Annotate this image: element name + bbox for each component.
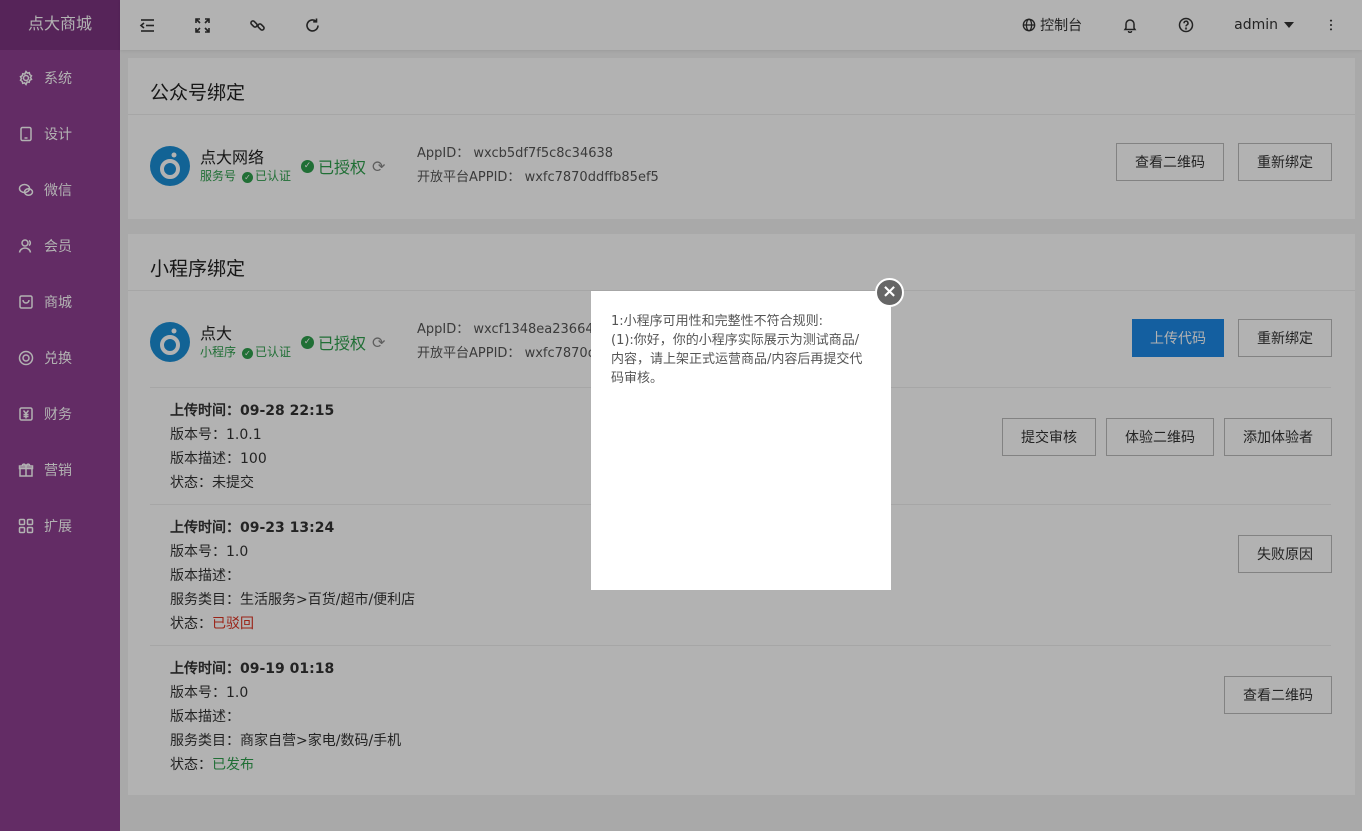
dialog-line: (1):你好，你的小程序实际展示为测试商品/内容，请上架正式运营商品/内容后再提… — [611, 333, 863, 386]
dialog-line: 1:小程序可用性和完整性不符合规则: — [611, 314, 824, 329]
fail-reason-dialog: 1:小程序可用性和完整性不符合规则: (1):你好，你的小程序实际展示为测试商品… — [591, 291, 891, 590]
close-icon[interactable]: × — [875, 278, 904, 307]
